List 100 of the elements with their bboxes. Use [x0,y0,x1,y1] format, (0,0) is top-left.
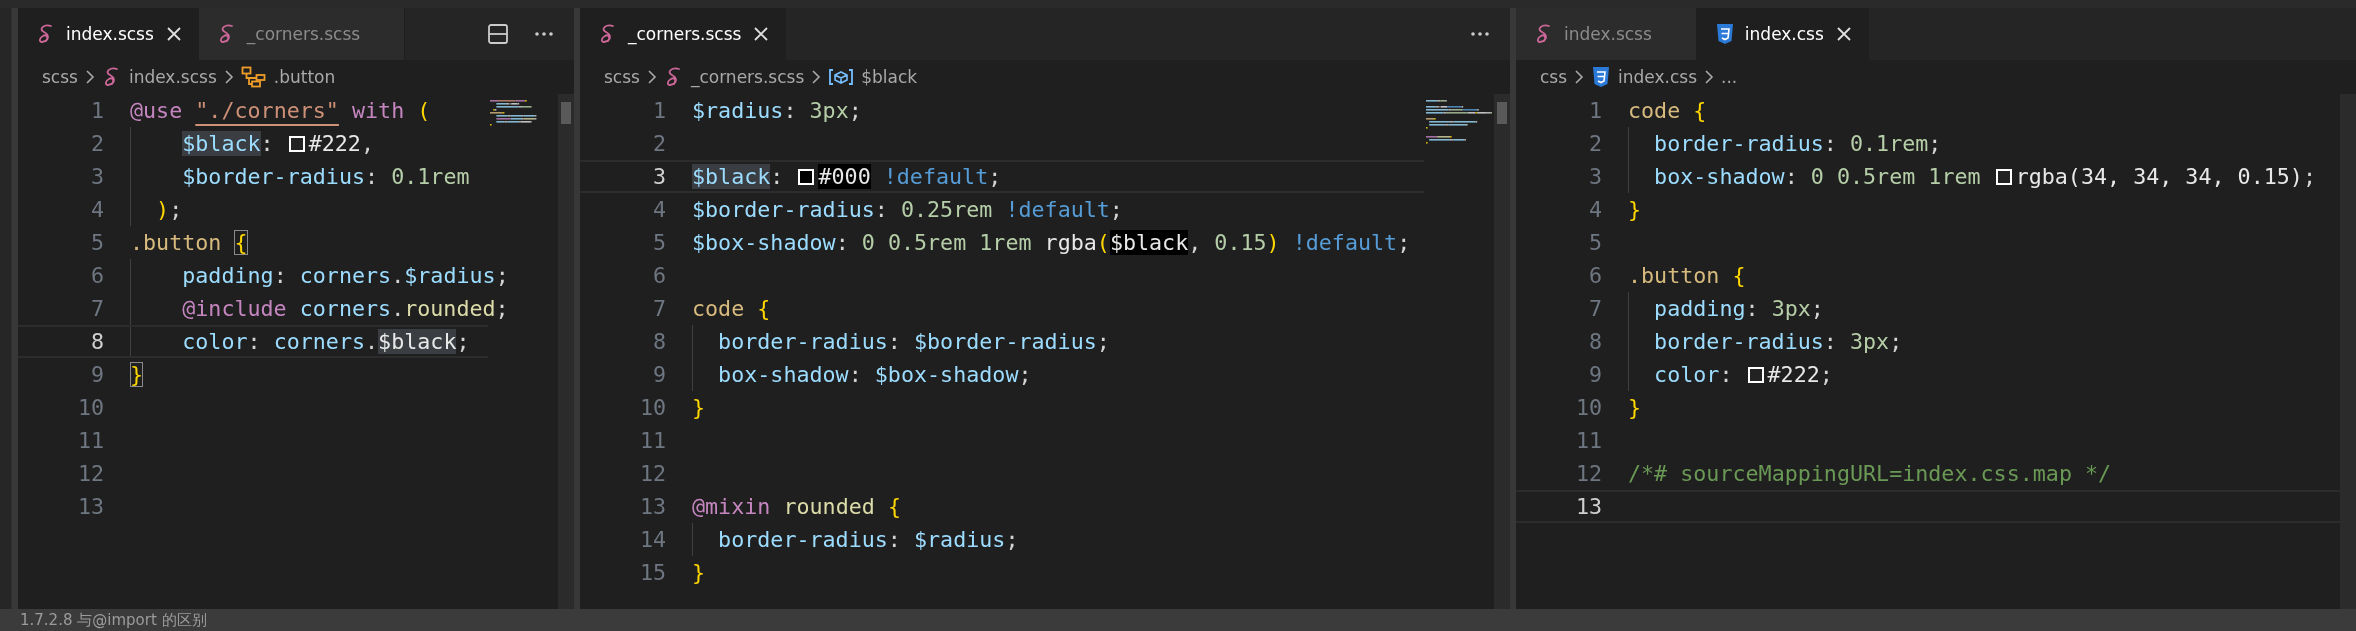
chevron-icon [222,68,235,86]
line-number: 6 [89,263,104,288]
line-number: 13 [1574,494,1602,519]
caption-text: 1.7.2.8 与@import 的区别 [20,610,207,630]
shield-icon [1714,23,1735,45]
code-line: } [130,362,144,387]
code-line: border-radius: $border-radius; [718,329,1110,354]
breadcrumb-item[interactable]: .button [240,66,336,88]
code-line: border-radius: 3px; [1654,329,1903,354]
line-number: 10 [638,395,666,420]
code-line: border-radius: $radius; [718,527,1019,552]
shield-icon [1591,66,1612,88]
minimap-drawing [1424,98,1492,147]
line-number: 12 [638,461,666,486]
editor-tab[interactable]: index.scss [18,8,199,60]
code-line: code { [692,296,771,321]
chevron-icon [1703,68,1716,86]
line-number: 2 [651,131,666,156]
code-line: /*# sourceMappingURL=index.css.map */ [1628,461,2112,486]
line-number: 9 [1587,362,1602,387]
code-line: $black: #222, [182,131,374,156]
code-line: color: #222; [1654,362,1833,387]
editor-tab[interactable]: index.scss [1516,8,1697,60]
code-line: $border-radius: 0.1rem [182,164,470,189]
blocks-icon [240,66,267,88]
line-number: 3 [1587,164,1602,189]
line-number: 10 [1574,395,1602,420]
line-number: 7 [89,296,104,321]
editor-tab[interactable]: index.css [1696,8,1869,60]
line-number: 14 [638,527,666,552]
line-number: 13 [76,494,104,519]
line-number: 8 [89,329,104,354]
code-line: @mixin rounded { [692,494,901,519]
line-number: 8 [1587,329,1602,354]
code-line: .button { [130,230,248,255]
code-line: $box-shadow: 0 0.5rem 1rem rgba($black, 0.15) !default; [692,230,1411,255]
line-number: 12 [1574,461,1602,486]
chevron-icon [83,68,96,86]
code-line: } [692,395,706,420]
chevron-icon [810,68,823,86]
line-number: 7 [651,296,666,321]
code-line: } [1628,395,1642,420]
line-number: 5 [89,230,104,255]
code-line: @include corners.rounded; [182,296,509,321]
breadcrumb-item[interactable]: ... [1721,67,1738,87]
breadcrumb-item[interactable]: scss [42,67,78,87]
code-line: $black: #000 !default; [692,164,1002,189]
code-line: padding: 3px; [1654,296,1824,321]
scrollbar[interactable] [558,94,574,609]
code-line: box-shadow: $box-shadow; [718,362,1032,387]
editor-tab[interactable]: _corners.scss [198,8,406,60]
line-number: 15 [638,560,666,585]
code-line: box-shadow: 0 0.5rem 1rem rgba(34, 34, 34, 0.15); [1654,164,2316,189]
line-number: 13 [638,494,666,519]
code-line: padding: corners.$radius; [182,263,509,288]
line-number: 11 [76,428,104,453]
code-line: } [1628,197,1642,222]
line-number: 4 [89,197,104,222]
line-number: 1 [1587,98,1602,123]
line-number: 5 [1587,230,1602,255]
line-number: 2 [89,131,104,156]
breadcrumb-item[interactable]: index.css [1591,66,1698,88]
brackets-icon [828,67,855,87]
line-number: 4 [1587,197,1602,222]
breadcrumb-item[interactable]: css [1540,67,1568,87]
code-line: color: corners.$black; [182,329,470,354]
chevron-icon [645,68,658,86]
editor-tab[interactable]: _corners.scss [580,8,787,60]
line-number: 1 [651,98,666,123]
line-number: 2 [1587,131,1602,156]
line-number: 8 [651,329,666,354]
code-line: border-radius: 0.1rem; [1654,131,1942,156]
line-number: 1 [89,98,104,123]
line-number: 3 [89,164,104,189]
code-line: $radius: 3px; [692,98,862,123]
line-number: 6 [1587,263,1602,288]
line-number: 6 [651,263,666,288]
split-icon[interactable] [486,22,510,46]
line-number: 5 [651,230,666,255]
code-line: @use "./corners" with ( [130,98,431,123]
line-number: 4 [651,197,666,222]
line-number: 9 [89,362,104,387]
code-line: .button { [1628,263,1746,288]
scrollbar[interactable] [1494,94,1510,609]
code-line: $border-radius: 0.25rem !default; [692,197,1123,222]
line-number: 12 [76,461,104,486]
line-number: 11 [638,428,666,453]
line-number: 10 [76,395,104,420]
line-number: 9 [651,362,666,387]
line-number: 11 [1574,428,1602,453]
chevron-icon [1573,68,1586,86]
code-line: } [692,560,706,585]
scrollbar[interactable] [2340,94,2356,609]
breadcrumb-item[interactable]: _corners.scss [663,66,805,88]
breadcrumb-item[interactable]: $black [828,67,918,87]
code-line: code { [1628,98,1707,123]
line-number: 3 [651,164,666,189]
breadcrumb-item[interactable]: index.scss [101,66,217,88]
breadcrumb-item[interactable]: scss [604,67,640,87]
line-number: 7 [1587,296,1602,321]
